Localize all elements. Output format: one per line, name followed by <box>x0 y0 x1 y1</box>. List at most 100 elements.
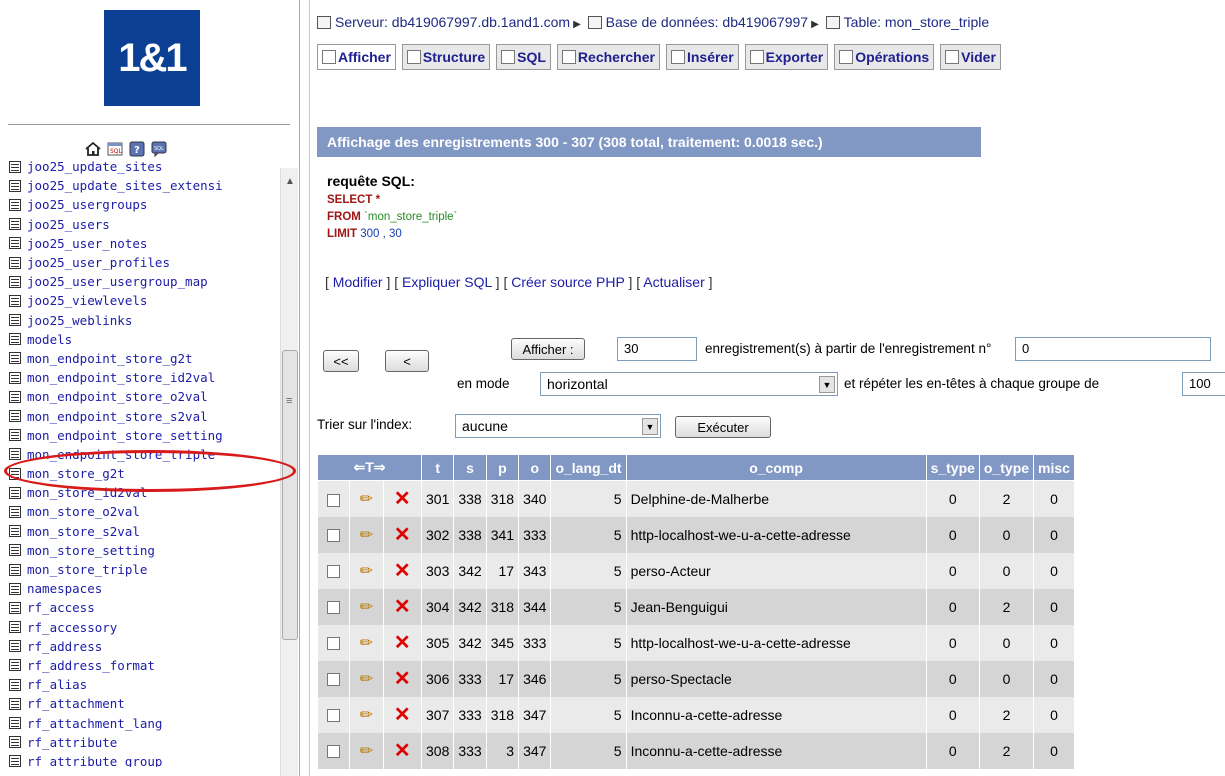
sidebar-table-link[interactable]: joo25_user_usergroup_map <box>27 274 208 289</box>
tab-rechercher[interactable]: Rechercher <box>556 44 660 70</box>
sidebar-table-link[interactable]: rf_alias <box>27 677 87 692</box>
table-icon[interactable] <box>9 333 21 346</box>
sidebar-table-item[interactable]: mon_store_o2val <box>8 502 278 521</box>
column-header-o-lang-dt[interactable]: o_lang_dt <box>550 454 627 481</box>
start-record-input[interactable]: 0 <box>1015 337 1211 361</box>
sort-index-select[interactable]: aucune ▼ <box>455 414 661 438</box>
sidebar-table-item[interactable]: rf_attribute <box>8 733 278 752</box>
row-checkbox[interactable] <box>326 493 340 507</box>
pencil-icon[interactable]: ✏ <box>360 597 373 617</box>
delete-icon[interactable]: ✕ <box>394 741 411 761</box>
table-icon[interactable] <box>9 486 21 499</box>
sidebar-table-link[interactable]: rf_access <box>27 600 95 615</box>
sidebar-table-link[interactable]: rf_attribute_group <box>27 754 162 767</box>
sidebar-table-item[interactable]: rf_address <box>8 637 278 656</box>
tab-exporter[interactable]: Exporter <box>744 44 829 70</box>
sidebar-table-item[interactable]: joo25_user_notes <box>8 234 278 253</box>
table-icon[interactable] <box>9 544 21 557</box>
sidebar-table-link[interactable]: namespaces <box>27 581 102 596</box>
sidebar-table-link[interactable]: rf_attachment <box>27 696 125 711</box>
row-checkbox[interactable] <box>326 637 340 651</box>
table-icon[interactable] <box>9 601 21 614</box>
sidebar-table-item[interactable]: rf_attachment_lang <box>8 713 278 732</box>
table-icon[interactable] <box>9 755 21 767</box>
sidebar-table-link[interactable]: rf_attachment_lang <box>27 716 162 731</box>
pencil-icon[interactable]: ✏ <box>360 741 373 761</box>
first-page-button[interactable]: << <box>323 350 359 372</box>
docs-icon[interactable]: SQL <box>150 140 168 158</box>
tab-structure[interactable]: Structure <box>401 44 491 70</box>
table-icon[interactable] <box>9 237 21 250</box>
sidebar-table-link[interactable]: rf_address <box>27 639 102 654</box>
breadcrumb-server[interactable]: Serveur: db419067997.db.1and1.com <box>335 14 570 30</box>
sidebar-table-item[interactable]: joo25_usergroups <box>8 195 278 214</box>
show-button[interactable]: Afficher : <box>511 338 585 360</box>
table-icon[interactable] <box>9 582 21 595</box>
sidebar-table-link[interactable]: rf_accessory <box>27 620 117 635</box>
delete-icon[interactable]: ✕ <box>394 561 411 581</box>
sidebar-table-item[interactable]: joo25_users <box>8 215 278 234</box>
table-icon[interactable] <box>9 198 21 211</box>
column-header-s[interactable]: s <box>453 454 487 481</box>
sidebar-table-link[interactable]: joo25_usergroups <box>27 197 147 212</box>
previous-page-button[interactable]: < <box>385 350 429 372</box>
sql-icon[interactable]: SQL <box>106 140 124 158</box>
column-header-o-comp[interactable]: o_comp <box>625 454 927 481</box>
tab-inserer[interactable]: Insérer <box>665 44 739 70</box>
row-checkbox[interactable] <box>326 745 340 759</box>
frame-divider[interactable] <box>300 0 310 776</box>
explain-sql-link[interactable]: Expliquer SQL <box>402 274 492 290</box>
delete-icon[interactable]: ✕ <box>394 669 411 689</box>
table-icon[interactable] <box>9 160 21 173</box>
sidebar-table-link[interactable]: joo25_update_sites <box>27 159 162 174</box>
sidebar-table-item[interactable]: mon_store_setting <box>8 541 278 560</box>
delete-icon[interactable]: ✕ <box>394 597 411 617</box>
sidebar-table-item[interactable]: joo25_user_profiles <box>8 253 278 272</box>
execute-button[interactable]: Exécuter <box>675 416 771 438</box>
delete-icon[interactable]: ✕ <box>394 489 411 509</box>
sidebar-table-item[interactable]: joo25_update_sites_extensi <box>8 176 278 195</box>
table-icon[interactable] <box>9 621 21 634</box>
sidebar-table-link[interactable]: rf_attribute <box>27 735 117 750</box>
column-header-misc[interactable]: misc <box>1033 454 1075 481</box>
table-icon[interactable] <box>9 525 21 538</box>
sidebar-table-link[interactable]: rf_address_format <box>27 658 155 673</box>
rows-count-input[interactable]: 30 <box>617 337 697 361</box>
table-icon[interactable] <box>9 505 21 518</box>
tab-afficher[interactable]: Afficher <box>317 44 396 70</box>
table-icon[interactable] <box>9 179 21 192</box>
column-header-o-type[interactable]: o_type <box>978 454 1035 481</box>
pencil-icon[interactable]: ✏ <box>360 561 373 581</box>
table-icon[interactable] <box>9 678 21 691</box>
tab-vider[interactable]: Vider <box>940 44 1001 70</box>
column-header-p[interactable]: p <box>485 454 520 481</box>
chevron-down-icon[interactable]: ▼ <box>642 418 658 435</box>
pencil-icon[interactable]: ✏ <box>360 705 373 725</box>
sidebar-table-link[interactable]: mon_endpoint_store_id2val <box>27 370 215 385</box>
column-resize-arrows[interactable]: ⇐T⇒ <box>317 454 422 481</box>
column-header-o[interactable]: o <box>518 454 552 481</box>
sidebar-table-item[interactable]: rf_access <box>8 598 278 617</box>
scroll-thumb[interactable] <box>282 350 298 640</box>
refresh-link[interactable]: Actualiser <box>643 274 704 290</box>
sidebar-table-item[interactable]: rf_address_format <box>8 656 278 675</box>
table-icon[interactable] <box>9 275 21 288</box>
table-icon[interactable] <box>9 218 21 231</box>
sidebar-table-link[interactable]: mon_store_o2val <box>27 504 140 519</box>
sidebar-table-item[interactable]: rf_attachment <box>8 694 278 713</box>
table-icon[interactable] <box>9 256 21 269</box>
sidebar-table-link[interactable]: joo25_viewlevels <box>27 293 147 308</box>
sidebar-table-link[interactable]: mon_store_s2val <box>27 524 140 539</box>
table-icon[interactable] <box>9 448 21 461</box>
sidebar-table-item[interactable]: mon_endpoint_store_o2val <box>8 387 278 406</box>
table-icon[interactable] <box>9 371 21 384</box>
edit-sql-link[interactable]: Modifier <box>333 274 383 290</box>
sidebar-table-item[interactable]: mon_endpoint_store_id2val <box>8 368 278 387</box>
row-checkbox[interactable] <box>326 601 340 615</box>
home-icon[interactable] <box>84 140 102 158</box>
sidebar-table-item[interactable]: rf_alias <box>8 675 278 694</box>
breadcrumb-database[interactable]: Base de données: db419067997 <box>606 14 808 30</box>
sidebar-table-item[interactable]: rf_accessory <box>8 618 278 637</box>
repeat-headers-input[interactable]: 100 <box>1182 372 1225 396</box>
create-php-link[interactable]: Créer source PHP <box>511 274 624 290</box>
